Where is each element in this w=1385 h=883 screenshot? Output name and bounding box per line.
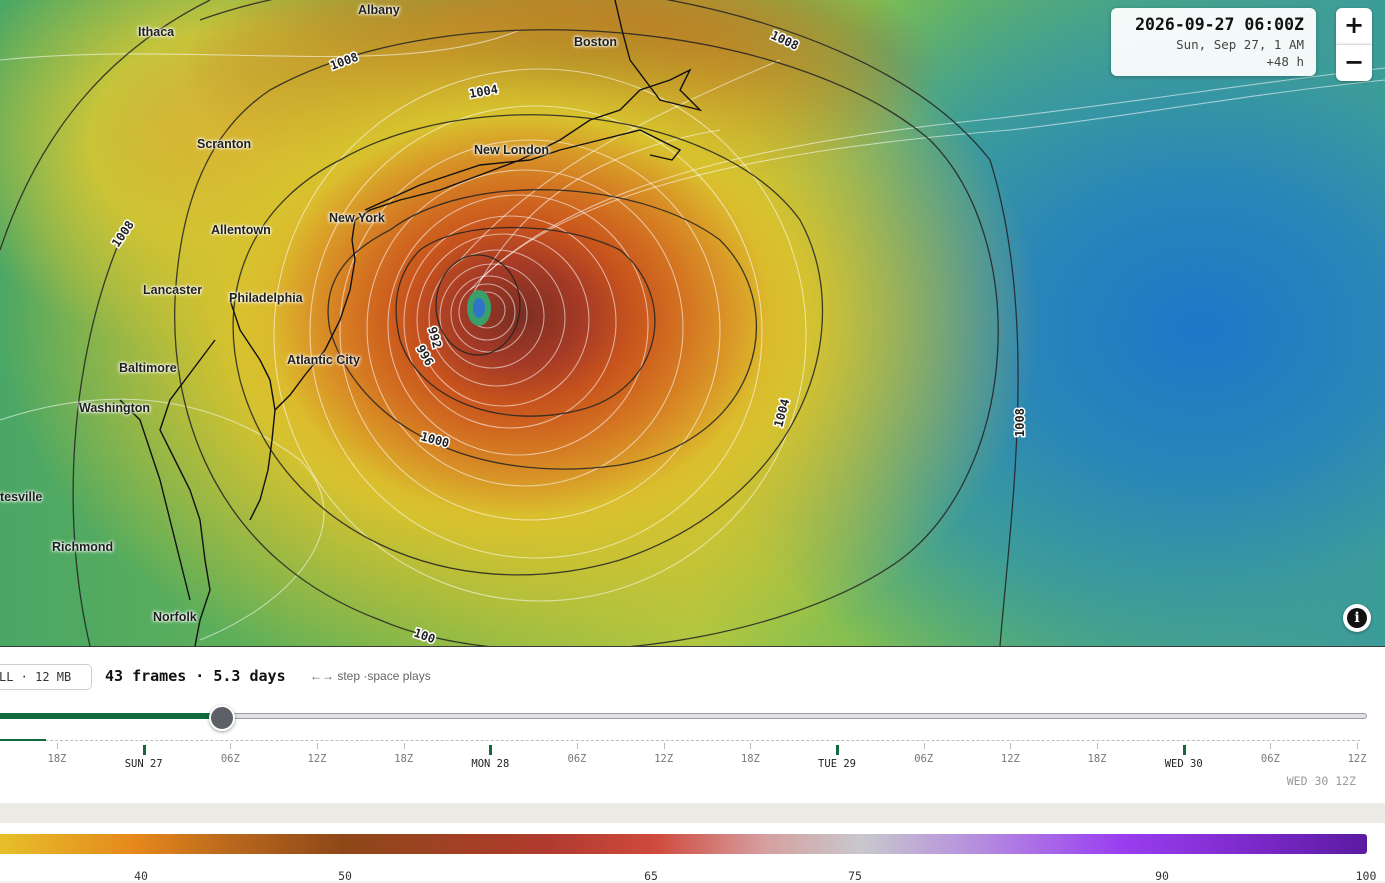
timeline-tick-label[interactable]: 06Z — [221, 753, 240, 765]
wind-streamlines — [0, 29, 1385, 641]
city-label: Washington — [79, 401, 151, 415]
forecast-local-time: Sun, Sep 27, 1 AM — [1176, 37, 1304, 52]
timeline-tick-label[interactable]: 18Z — [741, 753, 760, 765]
timeline-tick-label[interactable]: 12Z — [1001, 753, 1020, 765]
isobar-labels: 1008 1008 1004 1008 992 996 1000 1004 10… — [107, 27, 1028, 646]
timeline-day-tick — [1182, 745, 1186, 755]
zoom-in-button[interactable]: + — [1336, 8, 1372, 44]
timeline-day-tick — [489, 745, 493, 755]
isobar-label: 100 — [412, 626, 437, 646]
timeline-tick-label[interactable]: 12Z — [1348, 753, 1367, 765]
zoom-out-button[interactable]: − — [1336, 44, 1372, 81]
isobar-label: 1000 — [419, 429, 451, 450]
timeline-hour-tick — [577, 743, 579, 749]
isobar-label: 1004 — [468, 82, 499, 101]
timeline-day-tick — [836, 745, 840, 755]
isobar-label: 1008 — [769, 28, 801, 53]
timeline-slider-thumb[interactable] — [209, 705, 236, 731]
city-label: Lancaster — [143, 283, 203, 297]
coastlines — [119, 0, 703, 646]
map-overlay: 1008 1008 1004 1008 992 996 1000 1004 10… — [0, 0, 1385, 646]
city-label: Ithaca — [138, 25, 175, 39]
timeline-hour-tick — [57, 743, 58, 749]
timeline-tick-label[interactable]: SUN 27 — [125, 758, 163, 770]
forecast-lead-time: +48 h — [1266, 54, 1304, 69]
isobar-label: 1008 — [109, 218, 137, 250]
timeline-tick-label[interactable]: 06Z — [1261, 753, 1280, 765]
timeline-slider-fill — [0, 713, 223, 719]
timeline-tick-label[interactable]: 06Z — [568, 753, 587, 765]
download-size-chip[interactable]: LL · 12 MB — [0, 664, 92, 690]
timeline-tick-label[interactable]: MON 28 — [471, 758, 509, 770]
timeline-hour-tick — [1010, 743, 1012, 749]
timeline-day-tick — [142, 745, 146, 755]
city-label: Allentown — [211, 223, 271, 237]
timeline-hour-tick — [230, 743, 232, 749]
panel-divider — [0, 803, 1385, 823]
city-label: New London — [474, 143, 549, 157]
forecast-utc-time: 2026-09-27 06:00Z — [1135, 15, 1304, 34]
city-label: Atlantic City — [287, 353, 360, 367]
timeline-hour-tick — [403, 743, 405, 749]
timeline-hour-tick — [1097, 743, 1099, 749]
timeline-hour-tick — [317, 743, 318, 749]
frames-summary: 43 frames · 5.3 days — [105, 667, 286, 685]
timeline-hour-tick — [663, 743, 665, 749]
city-label: Boston — [574, 35, 618, 49]
weather-map[interactable]: 1008 1008 1004 1008 992 996 1000 1004 10… — [0, 0, 1385, 647]
info-icon: i — [1347, 608, 1367, 628]
timeline-hour-tick — [1357, 743, 1359, 749]
city-label: Albany — [358, 3, 400, 17]
timeline-tick-label[interactable]: 12Z — [654, 753, 673, 765]
legend-color-bar — [0, 834, 1367, 854]
city-label: New York — [329, 211, 385, 225]
timeline-tick-label[interactable]: TUE 29 — [818, 758, 856, 770]
timeline-tick-label[interactable]: 06Z — [914, 753, 933, 765]
timeline-tick-label[interactable]: WED 30 — [1165, 758, 1203, 770]
info-button[interactable]: i — [1343, 604, 1371, 632]
timeline-tick-label[interactable]: 12Z — [308, 753, 327, 765]
timeline-tick-label[interactable]: 18Z — [394, 753, 413, 765]
timeline-end-label: WED 30 12Z — [1286, 774, 1356, 788]
city-label: tesville — [0, 490, 43, 504]
timeline-tick-label[interactable]: 18Z — [1088, 753, 1107, 765]
timeline-axis — [0, 740, 1360, 741]
keyboard-hint: ←→ step ·space plays — [310, 669, 431, 683]
isobar-label: 1008 — [1013, 408, 1027, 437]
forecast-time-box: 2026-09-27 06:00Z Sun, Sep 27, 1 AM +48 … — [1111, 8, 1316, 76]
city-label: Baltimore — [119, 361, 177, 375]
isobar-label: 1004 — [771, 397, 792, 429]
timeline-tick-label[interactable]: 18Z — [48, 753, 67, 765]
timeline-axis-progress — [0, 739, 46, 741]
city-label: Norfolk — [153, 610, 197, 624]
timeline-hour-tick — [1270, 743, 1272, 749]
timeline-hour-tick — [923, 743, 925, 749]
isobar-label: 1008 — [328, 50, 360, 73]
city-label: Philadelphia — [229, 291, 303, 305]
city-label: Richmond — [52, 540, 114, 554]
isobars — [0, 0, 1019, 646]
city-label: Scranton — [197, 137, 252, 151]
timeline-hour-tick — [750, 743, 752, 749]
